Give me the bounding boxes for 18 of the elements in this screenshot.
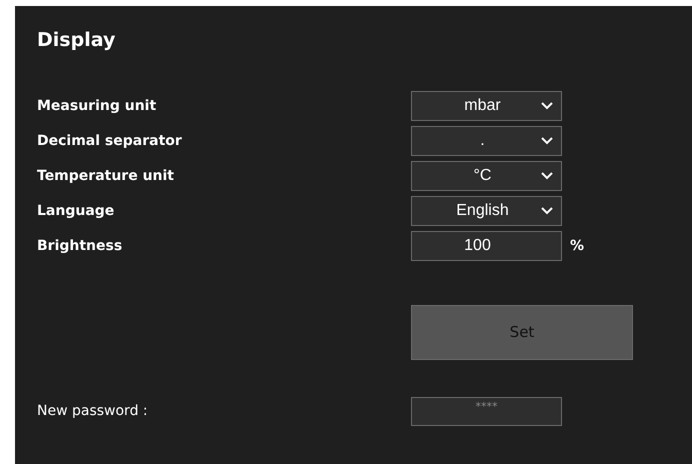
setting-label: Measuring unit bbox=[37, 96, 158, 116]
dropdown[interactable]: °C bbox=[411, 161, 562, 191]
setting-label: Decimal separator bbox=[37, 132, 183, 150]
password-field[interactable]: **** bbox=[411, 397, 562, 426]
dropdown[interactable]: English bbox=[411, 196, 562, 226]
dropdown[interactable]: . bbox=[411, 126, 562, 156]
setting-label: Brightness bbox=[37, 236, 124, 256]
chevron-down-icon bbox=[541, 172, 553, 180]
chevron-down-icon bbox=[541, 102, 553, 110]
unit-label: % bbox=[570, 236, 584, 256]
setting-label: Temperature unit bbox=[37, 166, 175, 186]
chevron-down-icon bbox=[541, 137, 553, 145]
number-field[interactable]: 100 bbox=[411, 231, 562, 261]
field-label: New password : bbox=[37, 402, 149, 421]
setting-label: Language bbox=[37, 202, 116, 220]
chevron-down-icon bbox=[541, 207, 553, 215]
section-title: Display bbox=[37, 28, 116, 53]
dropdown[interactable]: mbar bbox=[411, 91, 562, 121]
